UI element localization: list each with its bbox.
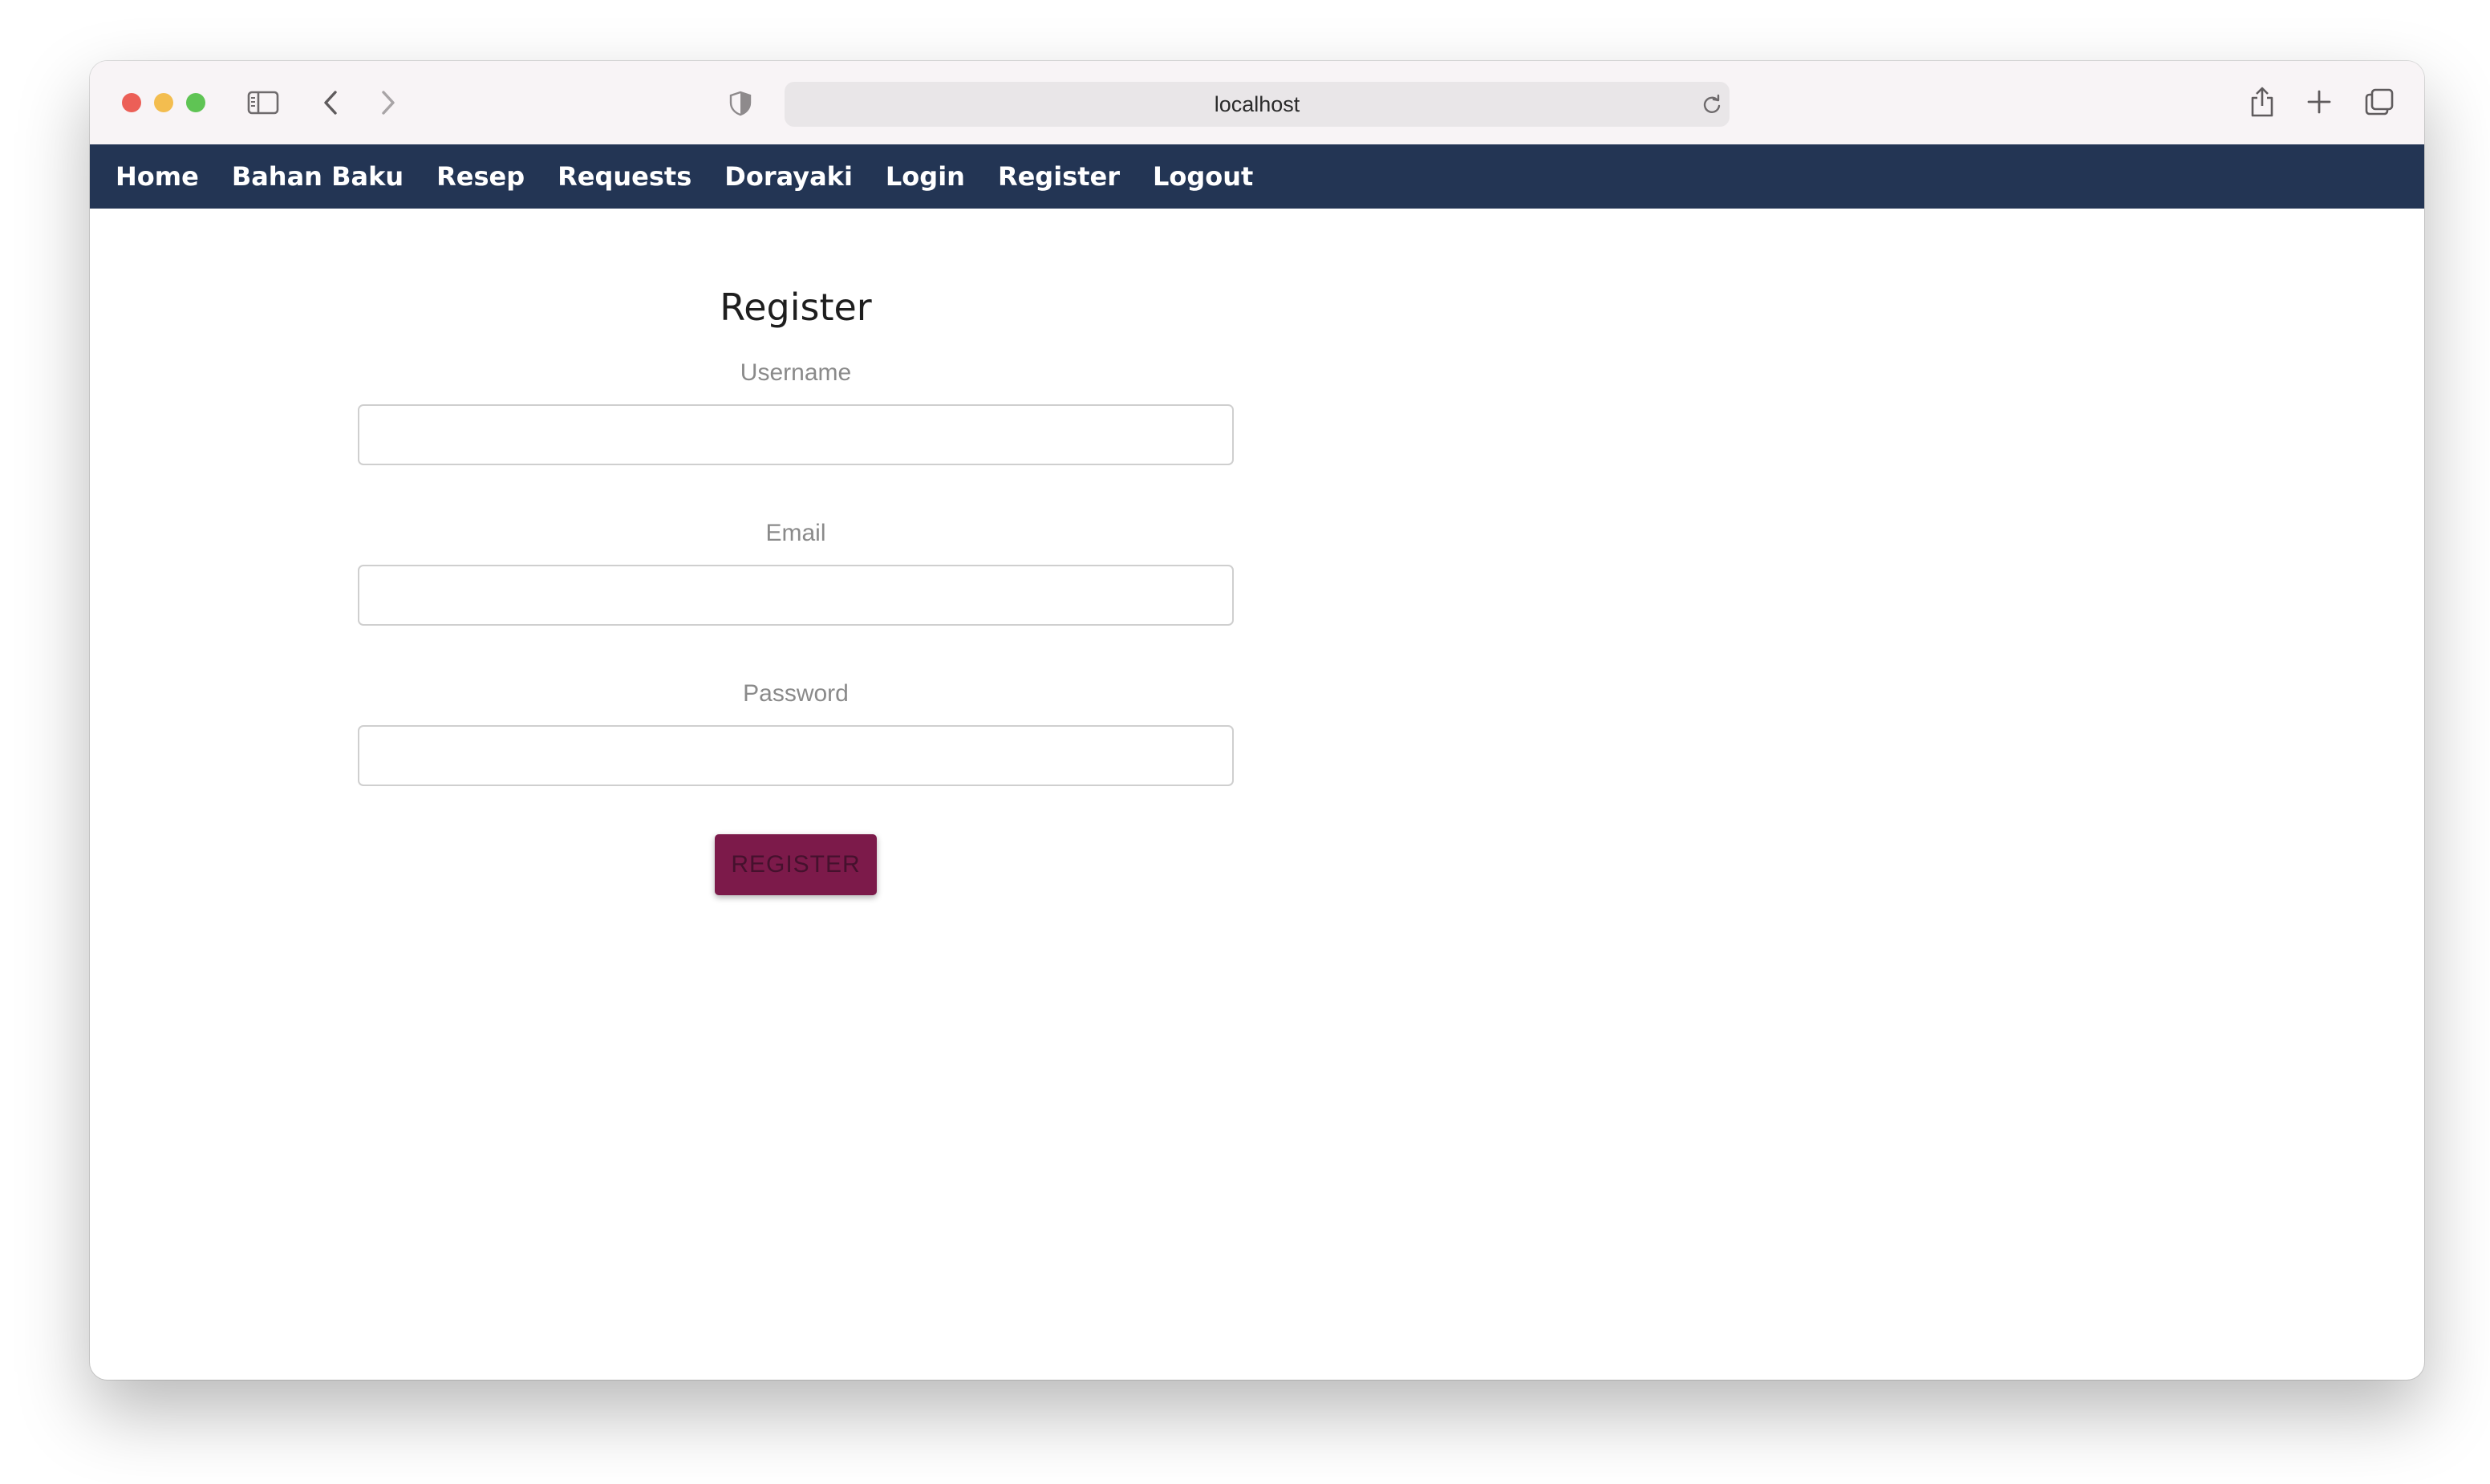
page-content: Register Username Email Password REGISTE… <box>90 209 2424 1380</box>
nav-link-register[interactable]: Register <box>998 161 1120 192</box>
password-field[interactable] <box>358 725 1234 786</box>
minimize-window-button[interactable] <box>154 93 173 112</box>
sidebar-icon[interactable] <box>247 90 279 116</box>
nav-link-requests[interactable]: Requests <box>558 161 691 192</box>
reload-icon[interactable] <box>1701 93 1723 116</box>
back-arrow-icon[interactable] <box>319 88 343 117</box>
page-title: Register <box>720 286 872 329</box>
username-label: Username <box>740 359 852 386</box>
new-tab-icon[interactable] <box>2305 88 2333 116</box>
nav-link-logout[interactable]: Logout <box>1153 161 1253 192</box>
nav-link-resep[interactable]: Resep <box>436 161 525 192</box>
nav-link-login[interactable]: Login <box>886 161 965 192</box>
email-field[interactable] <box>358 565 1234 626</box>
close-window-button[interactable] <box>122 93 141 112</box>
address-text: localhost <box>1214 92 1300 116</box>
register-form: Register Username Email Password REGISTE… <box>358 286 1234 895</box>
browser-window: localhost Home Bahan Baku Resep Requests… <box>90 61 2424 1380</box>
browser-toolbar: localhost <box>90 61 2424 144</box>
email-label: Email <box>765 520 826 546</box>
nav-link-home[interactable]: Home <box>116 161 199 192</box>
nav-link-bahan-baku[interactable]: Bahan Baku <box>232 161 404 192</box>
address-bar[interactable]: localhost <box>785 82 1730 127</box>
zoom-window-button[interactable] <box>186 93 205 112</box>
nav-link-dorayaki[interactable]: Dorayaki <box>724 161 853 192</box>
username-field[interactable] <box>358 404 1234 465</box>
shield-icon[interactable] <box>727 90 754 117</box>
forward-arrow-icon[interactable] <box>375 88 399 117</box>
share-icon[interactable] <box>2248 85 2277 119</box>
register-button[interactable]: REGISTER <box>715 834 877 895</box>
password-label: Password <box>743 680 849 707</box>
main-navbar: Home Bahan Baku Resep Requests Dorayaki … <box>90 144 2424 209</box>
tabs-overview-icon[interactable] <box>2363 87 2395 117</box>
